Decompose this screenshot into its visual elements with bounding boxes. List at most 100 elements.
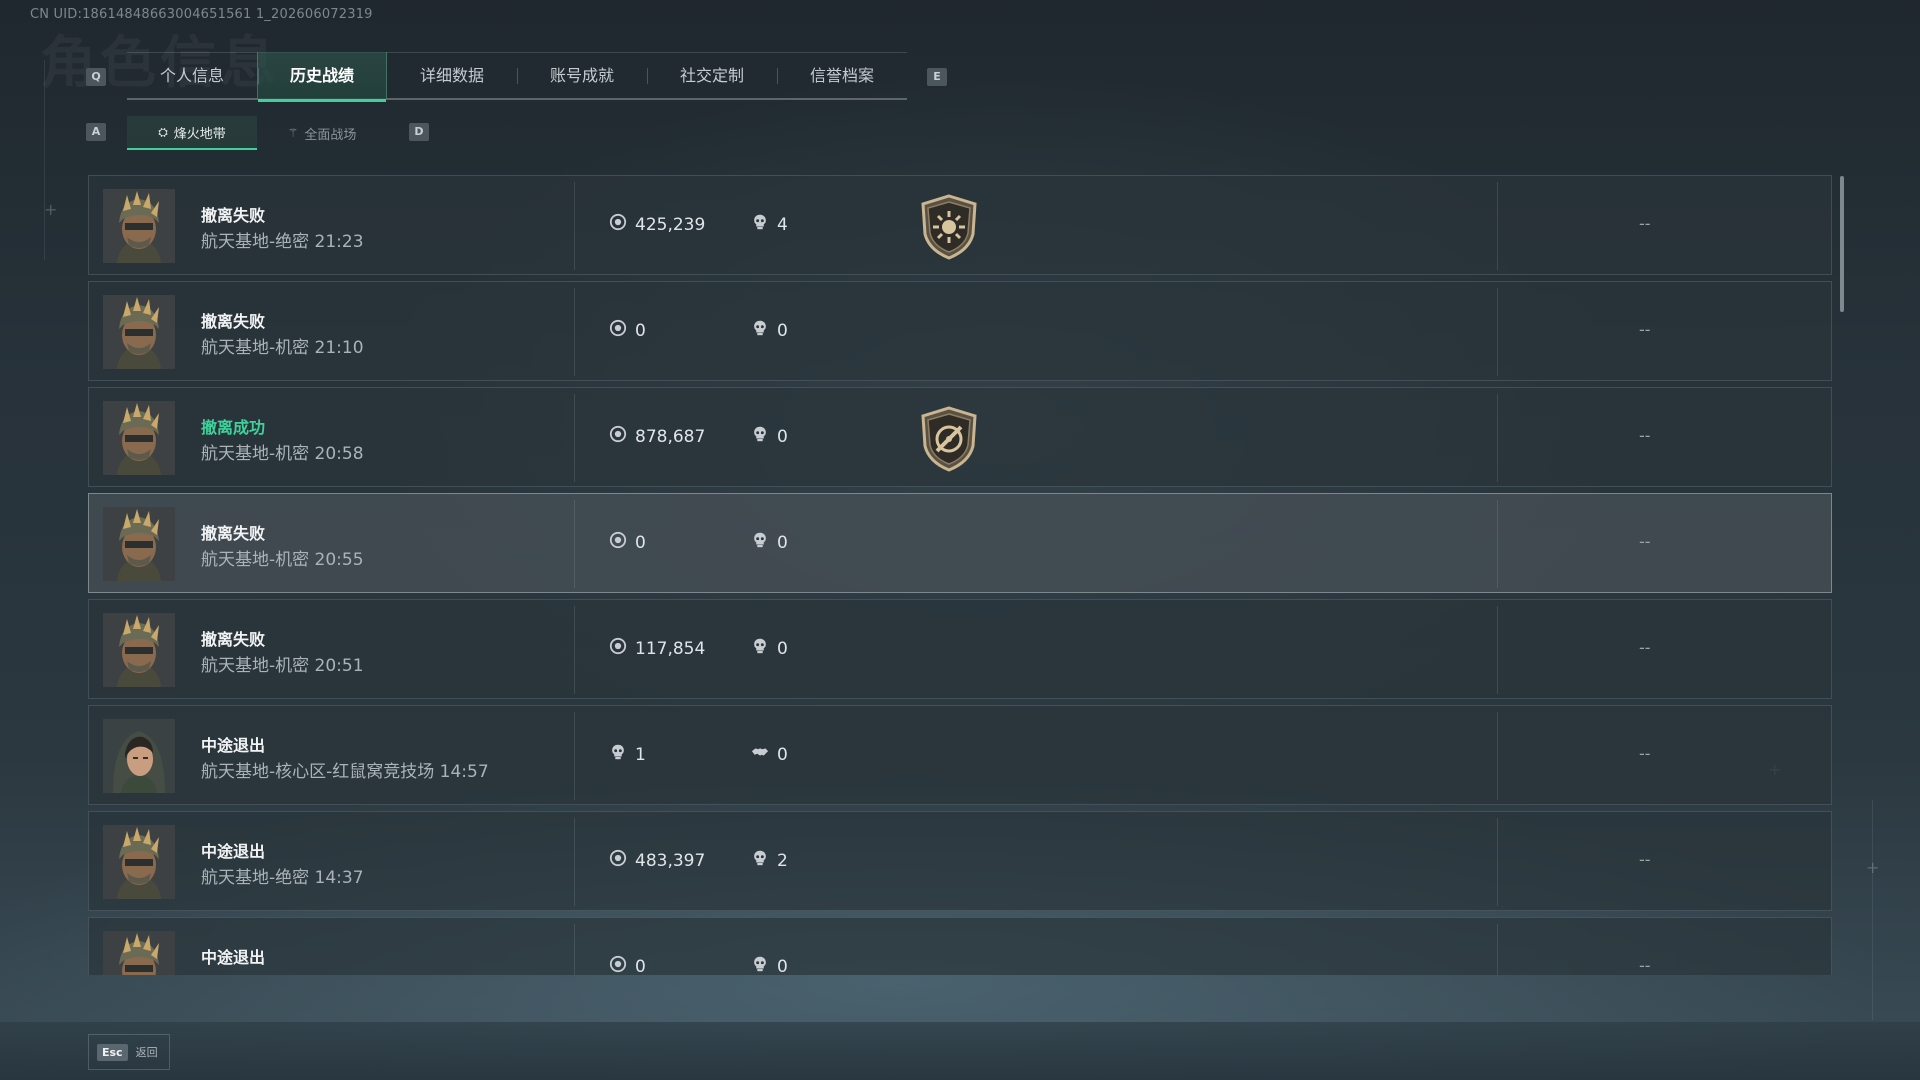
skull-icon <box>609 743 627 766</box>
map-and-time: 航天基地-核心区-红鼠窝竞技场 14:57 <box>201 762 489 782</box>
record-value: -- <box>1639 638 1651 657</box>
extraction-result: 撤离成功 <box>201 418 266 437</box>
sub-tab-bar: ⛭ 烽火地带 ⚚ 全面战场 <box>127 116 387 150</box>
stat-2: 0 <box>751 531 788 554</box>
match-record-row[interactable]: 撤离失败 航天基地-机密 20:55 0 0 -- <box>88 493 1832 593</box>
back-button[interactable]: Esc 返回 <box>88 1034 170 1070</box>
column-divider <box>574 394 575 482</box>
stat-2-value: 0 <box>777 426 788 447</box>
next-tab-key[interactable]: E <box>927 68 947 86</box>
column-divider <box>1497 924 1498 975</box>
extraction-result: 中途退出 <box>201 948 266 967</box>
match-record-row[interactable]: 撤离失败 航天基地-机密 21:10 0 0 -- <box>88 281 1832 381</box>
tab-5[interactable]: 信誉档案 <box>777 52 907 100</box>
coin-icon <box>609 425 627 448</box>
match-history-list[interactable]: 撤离失败 航天基地-绝密 21:23 425,239 4 -- 撤离失败 航天基地-机密 2… <box>88 175 1832 975</box>
match-record-row[interactable]: 撤离失败 航天基地-机密 20:51 117,854 0 -- <box>88 599 1832 699</box>
stat-1: 1 <box>609 743 646 766</box>
subtab-label: 全面战场 <box>304 127 357 143</box>
skull-icon <box>751 425 769 448</box>
stat-2-value: 0 <box>777 744 788 765</box>
esc-key: Esc <box>97 1043 128 1061</box>
tab-4[interactable]: 社交定制 <box>647 52 777 100</box>
extraction-result: 撤离失败 <box>201 312 266 331</box>
operator-avatar <box>103 613 175 687</box>
stat-2-value: 0 <box>777 532 788 553</box>
operator-avatar <box>103 189 175 263</box>
handshake-icon <box>751 743 769 766</box>
column-divider <box>1497 500 1498 588</box>
stat-1-value: 878,687 <box>635 426 706 447</box>
prev-tab-key[interactable]: Q <box>86 68 106 86</box>
stat-1-value: 0 <box>635 320 646 341</box>
stat-1: 878,687 <box>609 425 705 448</box>
stat-1: 0 <box>609 531 646 554</box>
skull-icon <box>751 849 769 872</box>
stat-2: 2 <box>751 849 788 872</box>
stat-1: 0 <box>609 319 646 342</box>
subtab-0[interactable]: ⛭ 烽火地带 <box>127 116 257 150</box>
stat-1-value: 425,239 <box>635 214 706 235</box>
column-divider <box>574 818 575 906</box>
bottom-bar <box>0 1022 1920 1080</box>
coin-icon <box>609 213 627 236</box>
stat-2-value: 2 <box>777 850 788 871</box>
map-and-time: 航天基地-机密 20:55 <box>201 550 364 570</box>
operator-avatar <box>103 931 175 975</box>
match-record-row[interactable]: 中途退出航天基地-核心区-红鼠窝竞技场 14:57 1 0 -- <box>88 705 1832 805</box>
skull-icon <box>751 955 769 975</box>
skull-icon <box>751 637 769 660</box>
column-divider <box>574 500 575 588</box>
column-divider <box>1497 394 1498 482</box>
flame-zone-icon: ⛭ <box>158 124 168 139</box>
prev-subtab-key[interactable]: A <box>86 123 106 141</box>
decor-line <box>44 60 45 260</box>
coin-icon <box>609 849 627 872</box>
stat-2: 0 <box>751 319 788 342</box>
column-divider <box>574 606 575 694</box>
column-divider <box>1497 818 1498 906</box>
coin-icon <box>609 955 627 975</box>
column-divider <box>574 924 575 975</box>
operator-avatar <box>103 401 175 475</box>
decor-plus-icon: + <box>44 200 58 219</box>
stat-1-value: 0 <box>635 956 646 976</box>
stat-2-value: 0 <box>777 638 788 659</box>
map-and-time: 航天基地-机密 21:10 <box>201 338 364 358</box>
tab-0[interactable]: 个人信息 <box>127 52 257 100</box>
tab-2[interactable]: 详细数据 <box>387 52 517 100</box>
list-scrollbar[interactable] <box>1840 176 1844 312</box>
match-record-row[interactable]: 中途退出 0 0 -- <box>88 917 1832 975</box>
skull-icon <box>751 319 769 342</box>
operator-avatar <box>103 507 175 581</box>
tab-3[interactable]: 账号成就 <box>517 52 647 100</box>
skull-icon <box>751 213 769 236</box>
next-subtab-key[interactable]: D <box>409 123 429 141</box>
column-divider <box>1497 606 1498 694</box>
stat-1-value: 1 <box>635 744 646 765</box>
record-value: -- <box>1639 214 1651 233</box>
stat-1-value: 117,854 <box>635 638 706 659</box>
record-value: -- <box>1639 744 1651 763</box>
map-and-time: 航天基地-绝密 21:23 <box>201 232 364 252</box>
match-record-row[interactable]: 撤离成功 航天基地-机密 20:58 878,687 0 -- <box>88 387 1832 487</box>
stat-1: 0 <box>609 955 646 975</box>
subtab-label: 烽火地带 <box>173 126 226 142</box>
stat-1-value: 483,397 <box>635 850 706 871</box>
stat-2-value: 0 <box>777 320 788 341</box>
match-record-row[interactable]: 撤离失败 航天基地-绝密 21:23 425,239 4 -- <box>88 175 1832 275</box>
record-value: -- <box>1639 850 1651 869</box>
extraction-result: 中途退出 <box>201 736 266 755</box>
sun-shield-icon <box>919 194 979 260</box>
operator-avatar <box>103 825 175 899</box>
crosshair-shield-icon <box>919 406 979 472</box>
subtab-1[interactable]: ⚚ 全面战场 <box>257 116 387 150</box>
stat-2: 0 <box>751 743 788 766</box>
stat-2-value: 0 <box>777 956 788 976</box>
tab-1[interactable]: 历史战绩 <box>257 51 387 102</box>
column-divider <box>1497 712 1498 800</box>
column-divider <box>574 288 575 376</box>
stat-1: 117,854 <box>609 637 705 660</box>
stat-2: 0 <box>751 425 788 448</box>
match-record-row[interactable]: 中途退出 航天基地-绝密 14:37 483,397 2 -- <box>88 811 1832 911</box>
